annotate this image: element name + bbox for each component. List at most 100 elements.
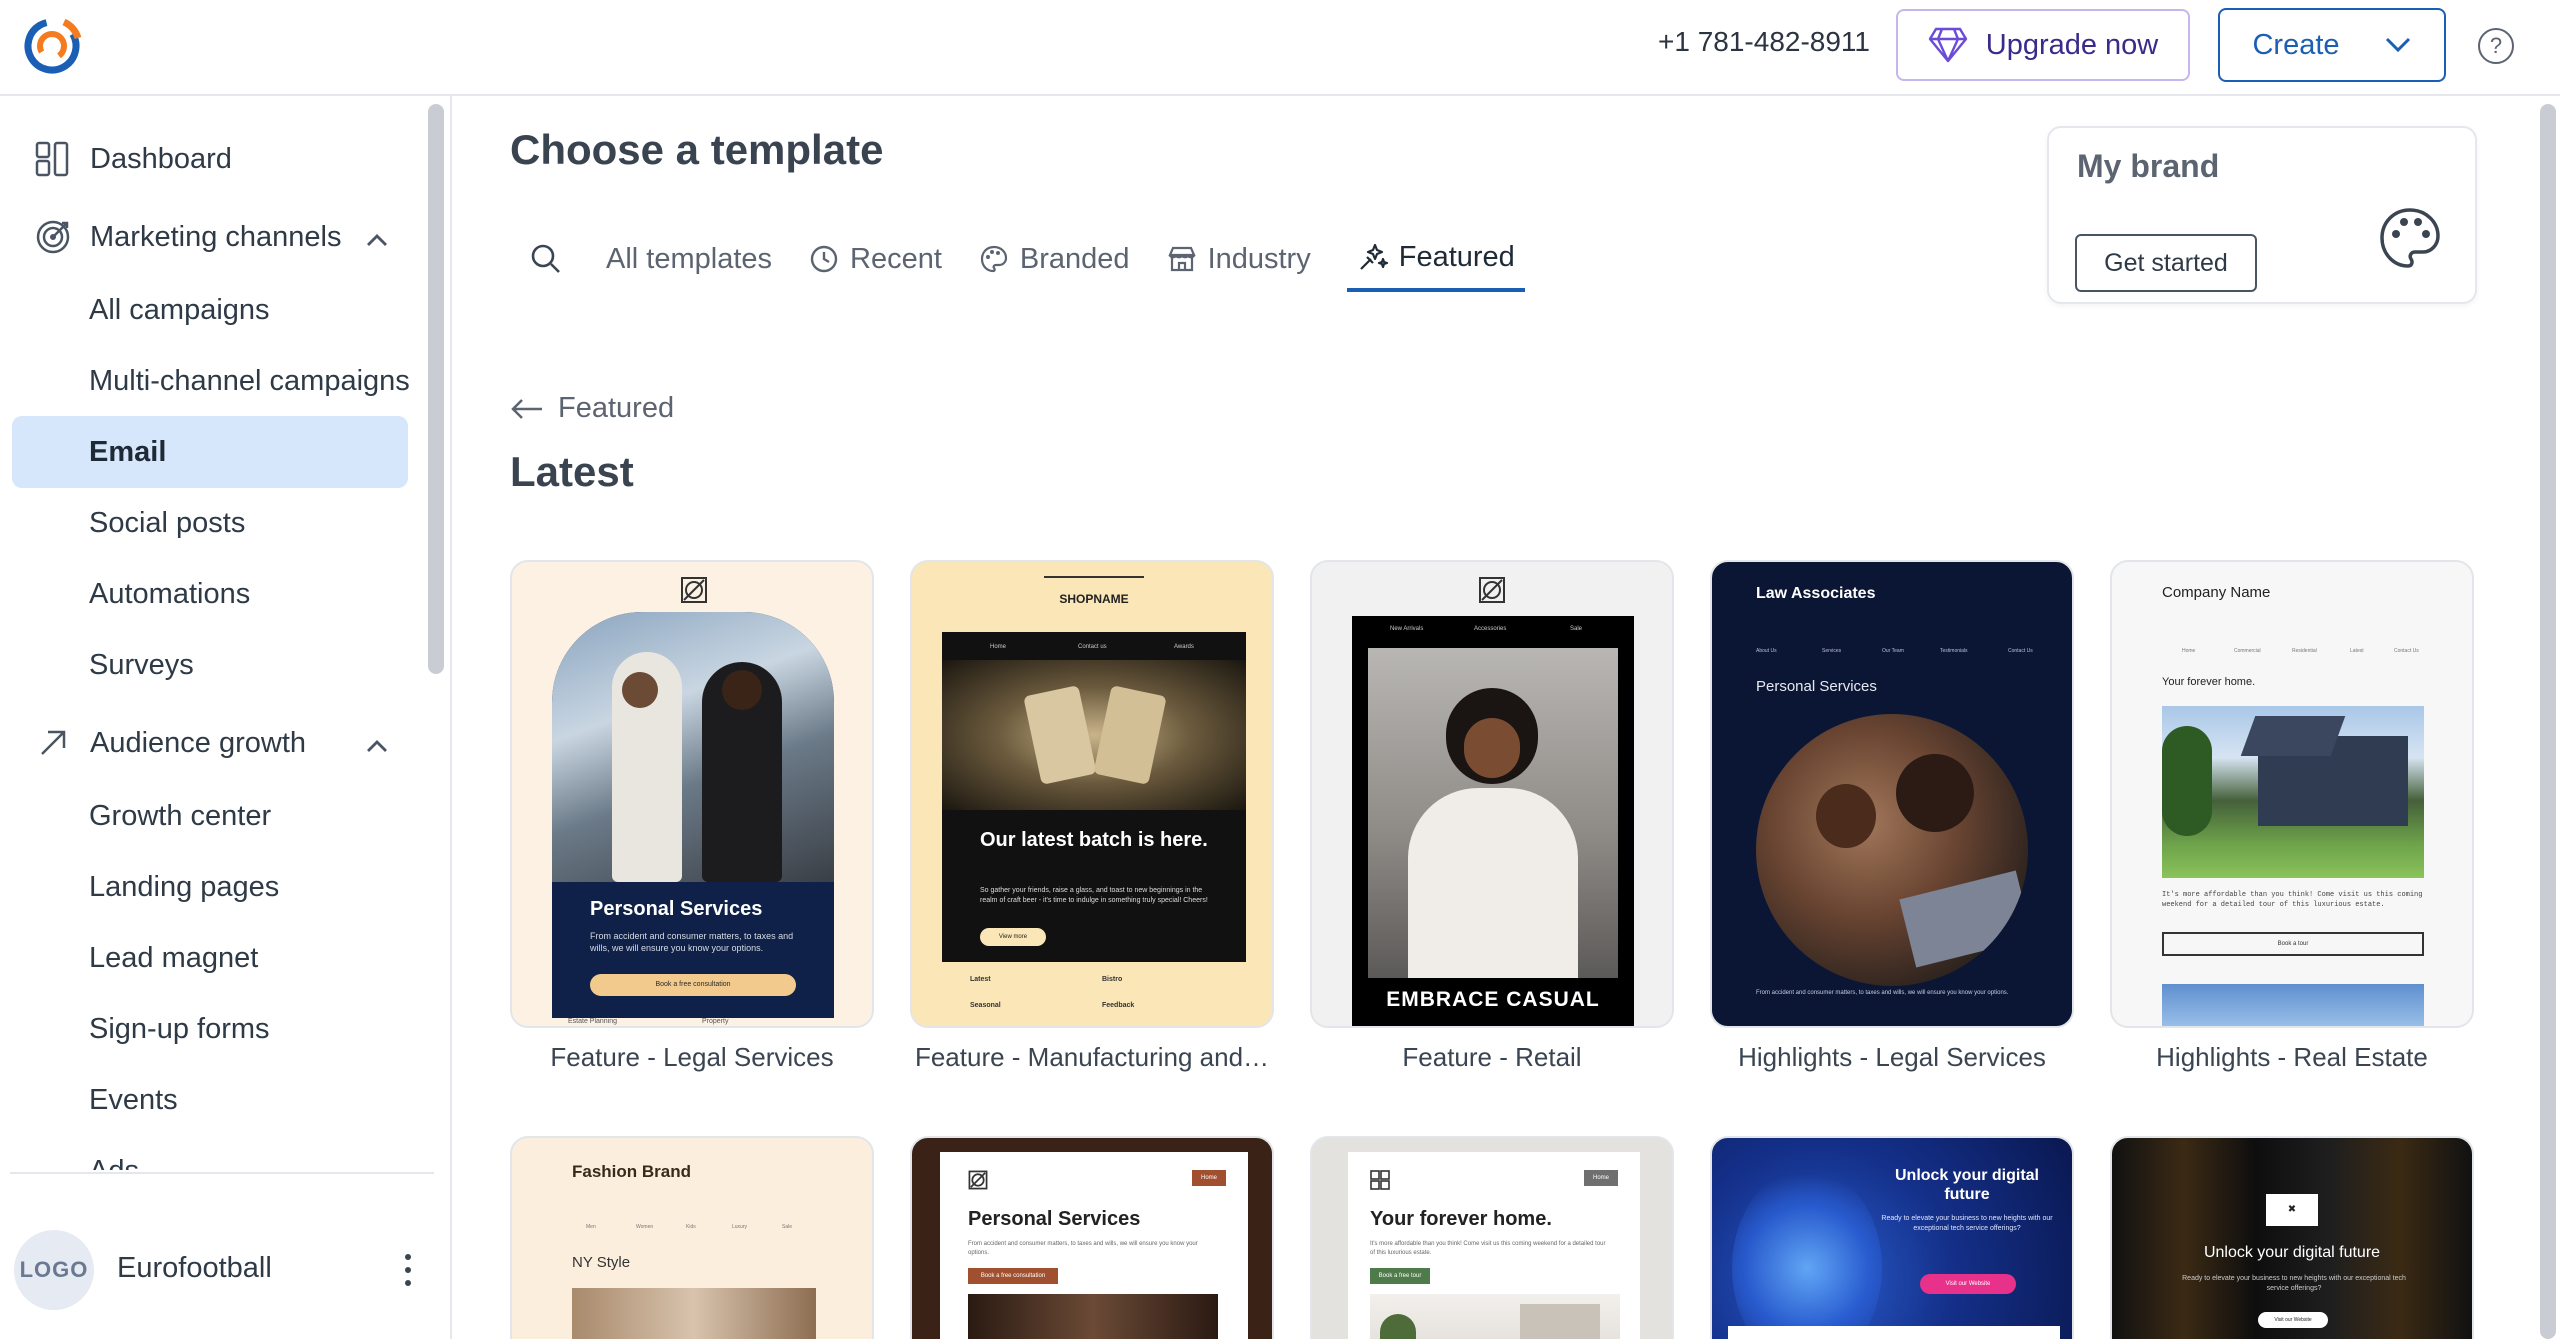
search-icon xyxy=(531,244,560,273)
main-scrollbar[interactable] xyxy=(2540,104,2556,1339)
template-nav-item: Home xyxy=(990,644,1007,650)
sidebar-item-dashboard[interactable]: Dashboard xyxy=(34,140,232,178)
sidebar-subitem-sign-up-forms[interactable]: Sign-up forms xyxy=(89,1013,270,1046)
template-link: Latest xyxy=(970,976,991,983)
template-card-highlights-legal[interactable]: Law Associates About Us Services Our Tea… xyxy=(1710,560,2074,1028)
tab-featured[interactable]: Featured xyxy=(1346,226,1525,292)
template-tag: ✖ xyxy=(2266,1194,2318,1226)
template-card-digital-future-blue[interactable]: Unlock your digital future Ready to elev… xyxy=(1710,1136,2074,1339)
template-body: From accident and consumer matters, to t… xyxy=(590,931,794,953)
main-content: Choose a template All templates Recent B… xyxy=(454,96,2536,1339)
sidebar-subitem-automations[interactable]: Automations xyxy=(89,578,250,611)
template-card-manufacturing[interactable]: SHOPNAME Home Contact us Awards Our late… xyxy=(910,560,1274,1028)
template-body: So gather your friends, raise a glass, a… xyxy=(980,887,1208,904)
sidebar-subitem-events[interactable]: Events xyxy=(89,1084,178,1117)
sparkle-icon xyxy=(1359,243,1388,270)
tab-recent[interactable]: Recent xyxy=(808,226,942,292)
store-icon xyxy=(1167,246,1196,272)
tab-label: Featured xyxy=(1398,240,1515,273)
template-body: Ready to elevate your business to new he… xyxy=(2182,1275,2406,1292)
template-tag: Home xyxy=(1584,1170,1618,1186)
brand-mark-icon xyxy=(968,1170,988,1190)
template-headline: Personal Services xyxy=(590,898,763,920)
more-vertical-icon[interactable] xyxy=(398,1248,418,1292)
search-button[interactable] xyxy=(510,226,562,292)
target-icon xyxy=(36,220,70,254)
sidebar-subitem-all-campaigns[interactable]: All campaigns xyxy=(89,294,270,327)
template-nav-item: Awards xyxy=(1174,644,1194,650)
template-body: It's more affordable than you think! Com… xyxy=(1370,1241,1606,1256)
sidebar-item-marketing-channels[interactable]: Marketing channels xyxy=(34,218,341,256)
hero-panel: Personal Services From accident and cons… xyxy=(552,612,834,1018)
template-nav-item: Commercial xyxy=(2234,648,2261,654)
template-label: Feature - Retail xyxy=(1402,1042,1582,1072)
tab-all-templates[interactable]: All templates xyxy=(606,226,772,292)
template-link: Seasonal xyxy=(970,1002,1001,1009)
sidebar-overflow-clip: Ads xyxy=(0,1136,440,1170)
account-name: Eurofootball xyxy=(117,1252,272,1284)
sidebar-subitem-social-posts[interactable]: Social posts xyxy=(89,507,245,540)
chevron-up-icon[interactable] xyxy=(362,226,392,256)
email-footer xyxy=(1728,1326,2060,1339)
template-nav-item: Home xyxy=(2182,648,2196,654)
template-headline: Unlock your digital future xyxy=(2203,1244,2381,1261)
template-link: Bistro xyxy=(1102,976,1123,983)
tab-label: Branded xyxy=(1019,242,1130,275)
get-started-button[interactable]: Get started xyxy=(2075,234,2257,292)
sidebar-scrollbar[interactable] xyxy=(428,104,444,674)
sidebar-item-audience-growth[interactable]: Audience growth xyxy=(34,724,306,762)
constant-contact-logo-icon[interactable] xyxy=(22,16,82,76)
sidebar-subitem-email[interactable]: Email xyxy=(89,436,166,469)
template-card-fashion[interactable]: Fashion Brand Men Women Kids Luxury Sale… xyxy=(510,1136,874,1339)
template-nav-item: Kids xyxy=(686,1224,696,1230)
hero-photo xyxy=(1368,648,1618,978)
brand-mark-icon xyxy=(681,577,707,603)
template-label: Feature - Manufacturing and… xyxy=(914,1042,1270,1072)
tab-branded[interactable]: Branded xyxy=(978,226,1130,292)
template-nav-item: Sale xyxy=(782,1224,793,1230)
template-headline: Your forever home. xyxy=(2162,676,2256,688)
template-card-highlights-real-estate[interactable]: Company Name Home Commercial Residential… xyxy=(2110,560,2474,1028)
create-button[interactable]: Create xyxy=(2218,8,2446,82)
tab-industry[interactable]: Industry xyxy=(1166,226,1311,292)
palette-icon xyxy=(2380,208,2440,268)
template-cta: View more xyxy=(980,928,1046,946)
sidebar-subitem-landing-pages[interactable]: Landing pages xyxy=(89,871,279,904)
template-nav-item: Accessories xyxy=(1474,626,1507,632)
account-switcher[interactable]: LOGO Eurofootball xyxy=(14,1230,434,1314)
sidebar-subitem-lead-magnet[interactable]: Lead magnet xyxy=(89,942,258,975)
template-footer-left: Estate Planning xyxy=(568,1018,618,1025)
hero-photo xyxy=(942,660,1246,810)
grid-icon xyxy=(1370,1170,1390,1190)
template-nav-item: Contact Us xyxy=(2394,648,2419,654)
template-card-forever-home[interactable]: Home Your forever home. It's more afford… xyxy=(1310,1136,1674,1339)
template-card-personal-services[interactable]: Home Personal Services From accident and… xyxy=(910,1136,1274,1339)
section-title: Latest xyxy=(510,448,634,495)
hero-panel: Home Contact us Awards Our latest batch … xyxy=(942,632,1246,962)
create-label: Create xyxy=(2252,28,2340,61)
sidebar-subitem-ads[interactable]: Ads xyxy=(89,1155,139,1170)
template-cta: Book a free consultation xyxy=(590,974,796,996)
sidebar-subitem-surveys[interactable]: Surveys xyxy=(89,649,194,682)
email-body: Home Your forever home. It's more afford… xyxy=(1348,1152,1640,1339)
sidebar-subitem-growth-center[interactable]: Growth center xyxy=(89,800,271,833)
sidebar-subitem-multi-channel[interactable]: Multi-channel campaigns xyxy=(89,365,410,398)
arrow-up-right-icon xyxy=(41,730,66,755)
help-icon[interactable]: ? xyxy=(2478,28,2514,64)
chevron-up-icon[interactable] xyxy=(362,732,392,762)
template-headline: Personal Services xyxy=(968,1208,1141,1230)
email-body: Home Personal Services From accident and… xyxy=(940,1152,1248,1339)
template-cta: Visit our Website xyxy=(1920,1274,2016,1294)
template-body: From accident and consumer matters, to t… xyxy=(1756,990,2009,996)
template-card-legal-services[interactable]: Personal Services From accident and cons… xyxy=(510,560,874,1028)
upgrade-now-button[interactable]: Upgrade now xyxy=(1896,9,2190,81)
diamond-icon xyxy=(1928,27,1967,63)
back-link[interactable]: Featured xyxy=(510,392,674,425)
template-card-digital-future-dark[interactable]: ✖ Unlock your digital future Ready to el… xyxy=(2110,1136,2474,1339)
template-brand: SHOPNAME xyxy=(1044,576,1144,614)
template-nav-item: About Us xyxy=(1756,648,1777,654)
sidebar: Dashboard Marketing channels All campaig… xyxy=(0,96,452,1339)
arrow-left-icon xyxy=(511,398,542,419)
template-nav-item: Testimonials xyxy=(1940,648,1968,654)
template-card-retail[interactable]: New Arrivals Accessories Sale EMBRACE CA… xyxy=(1310,560,1674,1028)
